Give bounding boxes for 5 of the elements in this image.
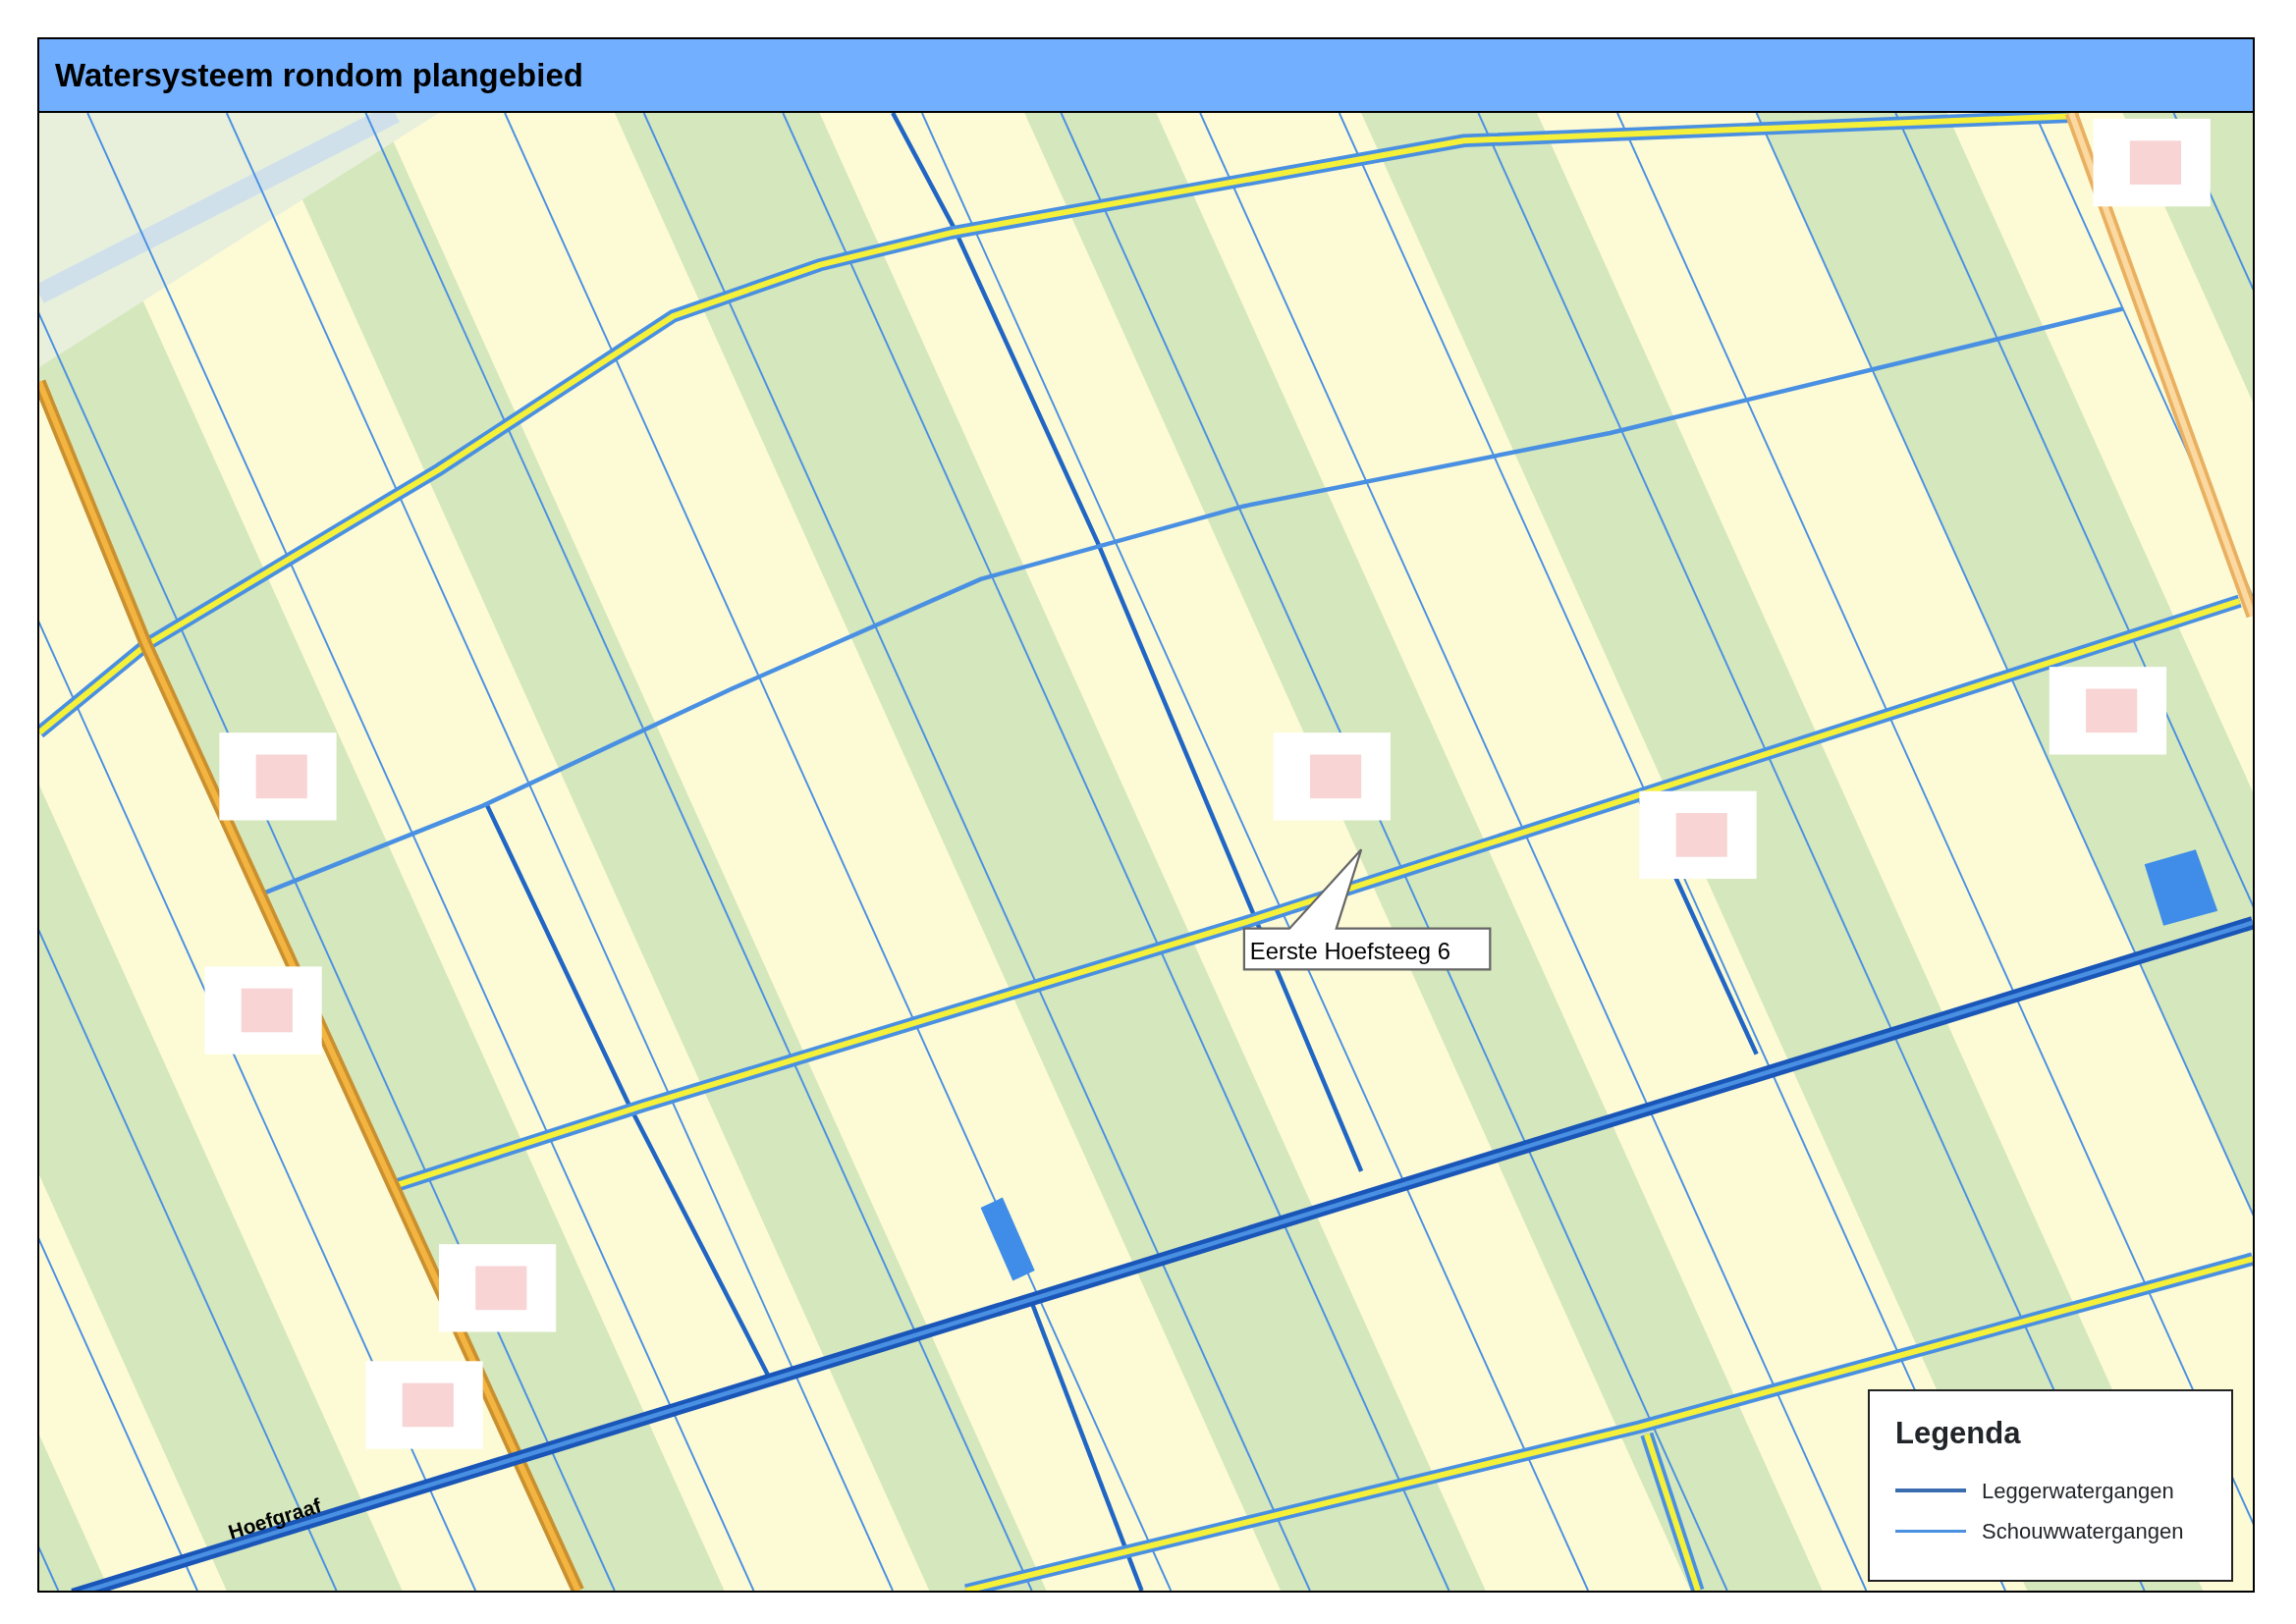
- legend-label: Schouwwatergangen: [1982, 1517, 2184, 1545]
- map-title: Watersysteem rondom plangebied: [55, 55, 583, 95]
- legend-label: Leggerwatergangen: [1982, 1477, 2174, 1505]
- address-callout: Eerste Hoefsteeg 6: [1242, 848, 1492, 971]
- legend-title: Legenda: [1895, 1415, 2021, 1452]
